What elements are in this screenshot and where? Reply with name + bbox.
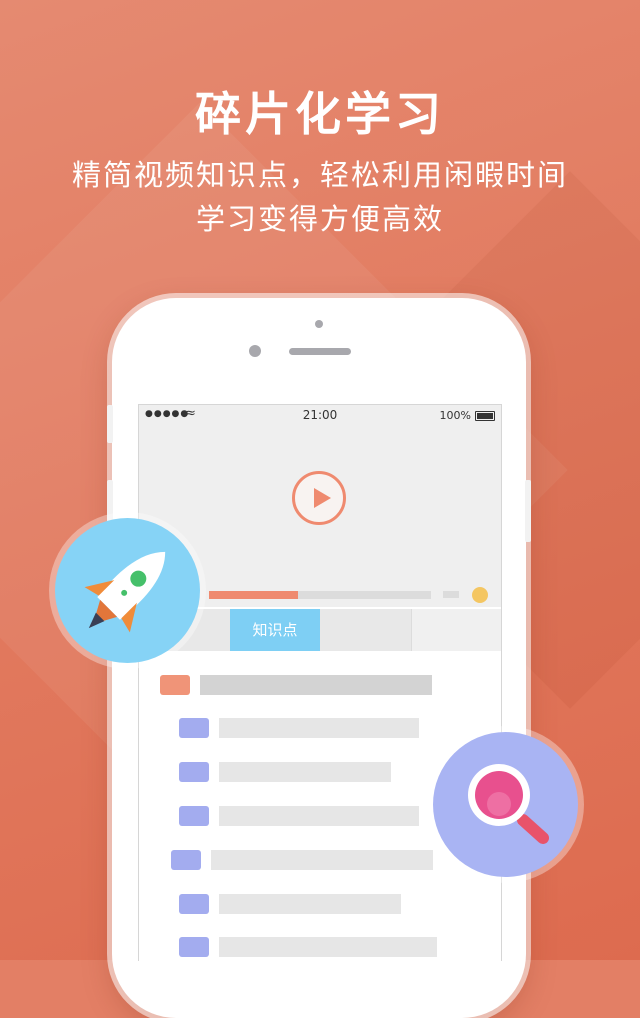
lesson-icon xyxy=(179,718,209,738)
phone-side-button xyxy=(107,405,113,443)
promo-headline: 碎片化学习 xyxy=(195,87,445,141)
promo-subline: 学习变得方便高效 xyxy=(195,202,444,236)
lesson-icon xyxy=(179,806,209,826)
placeholder-text xyxy=(219,894,401,914)
video-progress-bar[interactable] xyxy=(209,591,431,599)
list-item[interactable] xyxy=(171,850,433,870)
lesson-icon xyxy=(179,762,209,782)
tab-knowledge-points[interactable]: 知识点 xyxy=(230,609,320,651)
control-dot[interactable] xyxy=(472,587,488,603)
chapter-icon xyxy=(160,675,190,695)
play-icon[interactable] xyxy=(292,471,346,525)
phone-sensor xyxy=(315,320,323,328)
phone-side-button xyxy=(525,480,531,542)
search-badge xyxy=(433,732,578,877)
phone-screen: ●●●●● ≈ 21:00 100% 知识点 xyxy=(138,404,502,961)
battery-percent: 100% xyxy=(439,409,471,422)
list-item[interactable] xyxy=(179,937,437,957)
phone-speaker xyxy=(289,348,351,355)
tab-other[interactable] xyxy=(411,609,501,651)
placeholder-text xyxy=(219,762,391,782)
promo-subline: 精简视频知识点，轻松利用闲暇时间 xyxy=(71,158,568,192)
list-item[interactable] xyxy=(179,762,391,782)
list-item[interactable] xyxy=(160,675,432,695)
video-progress-fill xyxy=(209,591,298,599)
placeholder-text xyxy=(219,806,419,826)
list-item[interactable] xyxy=(179,718,419,738)
rocket-badge xyxy=(55,518,200,663)
lesson-icon xyxy=(179,937,209,957)
phone-camera xyxy=(249,345,261,357)
placeholder-text xyxy=(211,850,433,870)
placeholder-text xyxy=(200,675,432,695)
rocket-icon xyxy=(84,551,166,633)
placeholder-text xyxy=(219,718,419,738)
battery-icon xyxy=(475,411,495,421)
control-placeholder xyxy=(443,591,459,598)
status-bar: ●●●●● ≈ 21:00 100% xyxy=(139,405,501,427)
placeholder-text xyxy=(219,937,437,957)
lesson-icon xyxy=(179,894,209,914)
magnifier-icon xyxy=(468,764,549,844)
lesson-icon xyxy=(171,850,201,870)
list-item[interactable] xyxy=(179,894,401,914)
list-item[interactable] xyxy=(179,806,419,826)
